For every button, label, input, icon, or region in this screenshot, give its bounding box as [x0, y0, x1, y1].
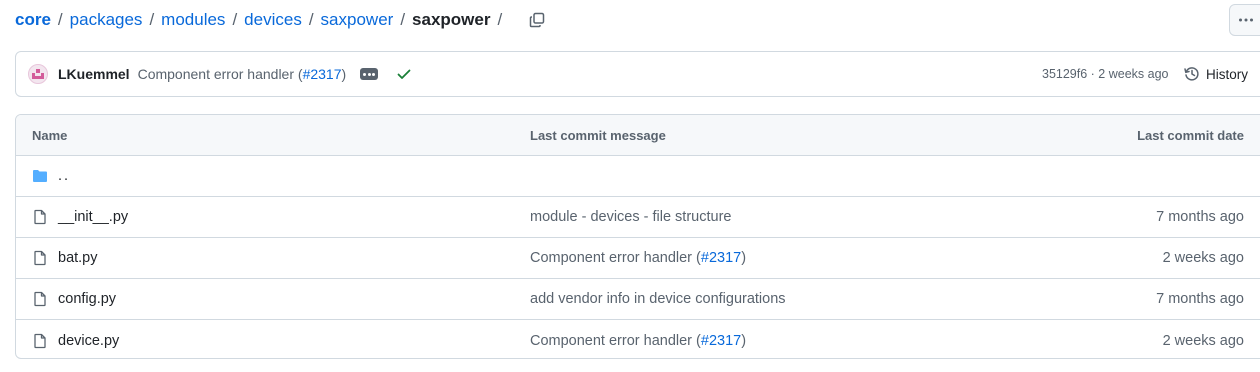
breadcrumb-link-packages[interactable]: packages: [70, 10, 143, 30]
row-commit-message: Component error handler (#2317): [530, 333, 746, 349]
commit-message-suffix: ): [341, 66, 347, 82]
breadcrumb-current: saxpower: [412, 10, 491, 29]
row-commit-message-suffix: ): [741, 250, 747, 266]
row-commit-message[interactable]: add vendor info in device configurations: [530, 291, 786, 307]
breadcrumb-separator: /: [308, 10, 314, 29]
header-last-commit-message: Last commit message: [530, 127, 666, 143]
breadcrumb: core / packages / modules / devices / sa…: [15, 8, 547, 32]
parent-dir-link[interactable]: ..: [58, 168, 70, 184]
breadcrumb-separator: /: [232, 10, 238, 29]
file-name-cell: config.py: [32, 291, 116, 307]
header-last-commit-date: Last commit date: [1137, 127, 1244, 143]
table-row[interactable]: __init__.py module - devices - file stru…: [16, 197, 1260, 238]
avatar[interactable]: [28, 64, 48, 84]
row-commit-date: 7 months ago: [1156, 291, 1244, 307]
more-options-button[interactable]: [1229, 4, 1260, 36]
table-row[interactable]: bat.py Component error handler (#2317) 2…: [16, 238, 1260, 279]
row-commit-date: 7 months ago: [1156, 209, 1244, 225]
commit-pr-link[interactable]: #2317: [303, 66, 342, 82]
file-icon: [32, 250, 48, 266]
file-link[interactable]: bat.py: [58, 250, 98, 266]
history-label: History: [1206, 66, 1249, 82]
table-row[interactable]: config.py add vendor info in device conf…: [16, 279, 1260, 320]
file-link[interactable]: __init__.py: [58, 209, 128, 225]
file-icon: [32, 209, 48, 225]
row-commit-message: Component error handler (#2317): [530, 250, 746, 266]
row-pr-link[interactable]: #2317: [701, 333, 741, 349]
breadcrumb-separator: /: [57, 10, 63, 29]
breadcrumb-link-core[interactable]: core: [15, 10, 51, 30]
breadcrumb-separator: /: [400, 10, 406, 29]
folder-icon: [32, 168, 48, 184]
copy-path-button[interactable]: [527, 10, 547, 30]
row-commit-message-text[interactable]: Component error handler (: [530, 333, 701, 349]
table-row-parent-dir[interactable]: ..: [16, 156, 1260, 197]
parent-dir-cell: ..: [32, 168, 70, 184]
header-name: Name: [32, 127, 68, 143]
commit-message-text[interactable]: Component error handler (: [138, 66, 303, 82]
file-link[interactable]: config.py: [58, 291, 116, 307]
breadcrumb-link-saxpower[interactable]: saxpower: [321, 10, 394, 30]
breadcrumb-link-modules[interactable]: modules: [161, 10, 225, 30]
file-name-cell: __init__.py: [32, 209, 128, 225]
table-row[interactable]: device.py Component error handler (#2317…: [16, 320, 1260, 358]
expand-commit-message-button[interactable]: [360, 68, 379, 80]
file-icon: [32, 333, 48, 349]
latest-commit-bar: LKuemmel Component error handler (#2317)…: [15, 51, 1260, 97]
copy-icon: [529, 12, 545, 28]
file-name-cell: bat.py: [32, 250, 98, 266]
row-commit-message-text[interactable]: Component error handler (: [530, 250, 701, 266]
file-link[interactable]: device.py: [58, 333, 119, 349]
commit-message: Component error handler (#2317): [138, 66, 347, 82]
row-commit-date: 2 weeks ago: [1162, 250, 1244, 266]
row-commit-date: 2 weeks ago: [1162, 332, 1244, 349]
file-table: Name Last commit message Last commit dat…: [15, 114, 1260, 359]
table-header: Name Last commit message Last commit dat…: [16, 115, 1260, 156]
history-button[interactable]: History: [1184, 66, 1248, 82]
history-clock-icon: [1184, 67, 1199, 81]
file-icon: [32, 291, 48, 307]
file-name-cell: device.py: [32, 333, 119, 349]
breadcrumb-link-devices[interactable]: devices: [244, 10, 302, 30]
check-status-button[interactable]: [396, 66, 412, 82]
row-commit-message-suffix: ): [741, 332, 747, 349]
commit-author-link[interactable]: LKuemmel: [58, 66, 130, 82]
breadcrumb-separator: /: [149, 10, 155, 29]
breadcrumb-separator: /: [497, 10, 503, 29]
row-commit-message[interactable]: module - devices - file structure: [530, 209, 731, 225]
kebab-horizontal-icon: [1239, 18, 1253, 22]
identicon-icon: [32, 69, 44, 79]
commit-sha-and-time[interactable]: 35129f6 · 2 weeks ago: [1042, 67, 1168, 81]
check-icon: [397, 69, 411, 79]
row-pr-link[interactable]: #2317: [701, 250, 741, 266]
